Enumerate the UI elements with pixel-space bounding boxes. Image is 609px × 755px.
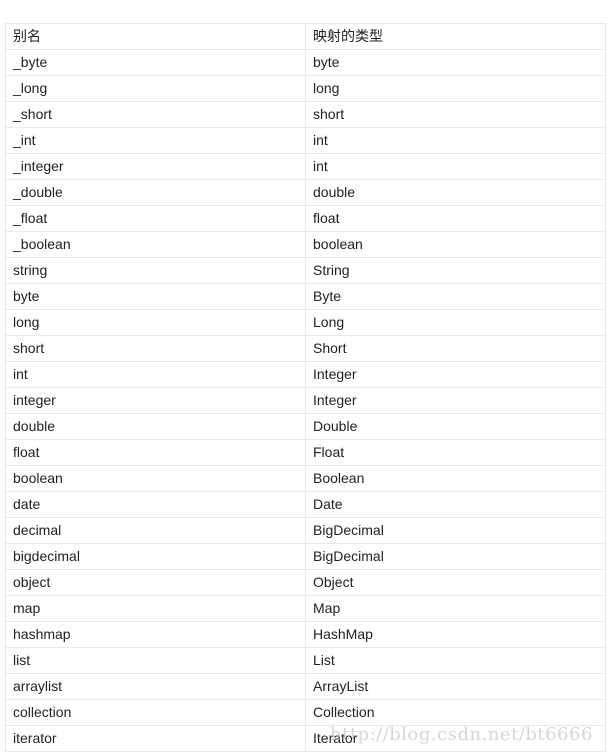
table-header-row: 别名 映射的类型 <box>5 23 606 50</box>
alias-cell: decimal <box>5 517 306 544</box>
alias-cell: hashmap <box>5 621 306 648</box>
table-row: _integer int <box>5 153 606 180</box>
mapped-type-cell: boolean <box>305 231 606 258</box>
table-row: _long long <box>5 75 606 102</box>
alias-cell: map <box>5 595 306 622</box>
mapped-type-cell: float <box>305 205 606 232</box>
table-row: _int int <box>5 127 606 154</box>
alias-cell: list <box>5 647 306 674</box>
alias-cell: double <box>5 413 306 440</box>
mapped-type-cell: Iterator <box>305 725 606 752</box>
mapped-type-cell: Object <box>305 569 606 596</box>
mapped-type-cell: Byte <box>305 283 606 310</box>
alias-cell: object <box>5 569 306 596</box>
table-row: date Date <box>5 491 606 518</box>
table-row: int Integer <box>5 361 606 388</box>
table-row: long Long <box>5 309 606 336</box>
table-row: _short short <box>5 101 606 128</box>
table-row: collection Collection <box>5 699 606 726</box>
alias-cell: _float <box>5 205 306 232</box>
mapped-type-cell: List <box>305 647 606 674</box>
mapped-type-cell: int <box>305 127 606 154</box>
alias-cell: arraylist <box>5 673 306 700</box>
alias-cell: int <box>5 361 306 388</box>
mapped-type-cell: byte <box>305 49 606 76</box>
table-row: list List <box>5 647 606 674</box>
table-row: hashmap HashMap <box>5 621 606 648</box>
table-row: double Double <box>5 413 606 440</box>
alias-cell: short <box>5 335 306 362</box>
alias-cell: _integer <box>5 153 306 180</box>
mapped-type-cell: Double <box>305 413 606 440</box>
mapped-type-cell: HashMap <box>305 621 606 648</box>
table-row: _double double <box>5 179 606 206</box>
mapped-type-cell: Collection <box>305 699 606 726</box>
alias-cell: date <box>5 491 306 518</box>
mapped-type-cell: Boolean <box>305 465 606 492</box>
table-row: integer Integer <box>5 387 606 414</box>
table-row: boolean Boolean <box>5 465 606 492</box>
table-row: object Object <box>5 569 606 596</box>
mapped-type-cell: short <box>305 101 606 128</box>
alias-cell: string <box>5 257 306 284</box>
mapped-type-cell: Map <box>305 595 606 622</box>
mapped-type-cell: Float <box>305 439 606 466</box>
table-row: iterator Iterator <box>5 725 606 752</box>
alias-cell: byte <box>5 283 306 310</box>
alias-cell: _byte <box>5 49 306 76</box>
table-row: decimal BigDecimal <box>5 517 606 544</box>
mapped-type-cell: Date <box>305 491 606 518</box>
table-row: map Map <box>5 595 606 622</box>
alias-cell: float <box>5 439 306 466</box>
alias-cell: _long <box>5 75 306 102</box>
table-row: bigdecimal BigDecimal <box>5 543 606 570</box>
mapped-type-cell: BigDecimal <box>305 517 606 544</box>
table-row: _float float <box>5 205 606 232</box>
alias-cell: iterator <box>5 725 306 752</box>
mapped-type-cell: ArrayList <box>305 673 606 700</box>
alias-cell: bigdecimal <box>5 543 306 570</box>
alias-cell: _short <box>5 101 306 128</box>
mapped-type-cell: Integer <box>305 387 606 414</box>
table-row: _boolean boolean <box>5 231 606 258</box>
table-row: arraylist ArrayList <box>5 673 606 700</box>
mapped-type-cell: int <box>305 153 606 180</box>
mapped-type-cell: long <box>305 75 606 102</box>
alias-cell: long <box>5 309 306 336</box>
header-alias: 别名 <box>5 23 306 50</box>
alias-cell: _double <box>5 179 306 206</box>
mapped-type-cell: double <box>305 179 606 206</box>
table-row: _byte byte <box>5 49 606 76</box>
header-mapped-type: 映射的类型 <box>305 23 606 50</box>
mapped-type-cell: Integer <box>305 361 606 388</box>
mapped-type-cell: Short <box>305 335 606 362</box>
mapped-type-cell: BigDecimal <box>305 543 606 570</box>
table-row: string String <box>5 257 606 284</box>
alias-cell: collection <box>5 699 306 726</box>
alias-cell: integer <box>5 387 306 414</box>
table-row: short Short <box>5 335 606 362</box>
mapped-type-cell: Long <box>305 309 606 336</box>
alias-type-table: 别名 映射的类型 _byte byte _long long _short short _i… <box>5 23 606 752</box>
alias-cell: _boolean <box>5 231 306 258</box>
mapped-type-cell: String <box>305 257 606 284</box>
alias-cell: boolean <box>5 465 306 492</box>
table-row: byte Byte <box>5 283 606 310</box>
alias-cell: _int <box>5 127 306 154</box>
table-row: float Float <box>5 439 606 466</box>
